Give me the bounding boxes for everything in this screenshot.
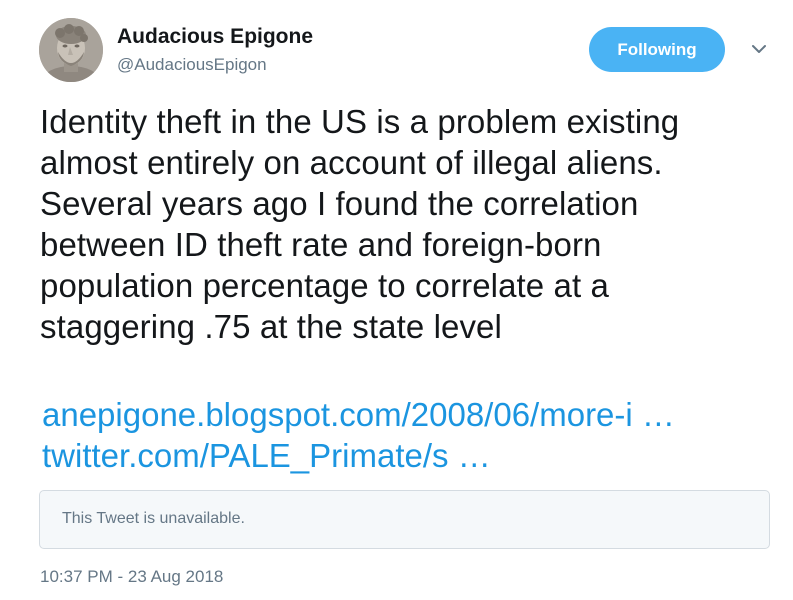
quoted-tweet-card[interactable]: This Tweet is unavailable. [39, 490, 770, 549]
tweet-unavailable-text: This Tweet is unavailable. [62, 510, 245, 527]
quoted-tweet-link[interactable]: twitter.com/PALE_Primate/s … [42, 435, 675, 476]
user-display-name[interactable]: Audacious Epigone [117, 24, 313, 50]
blog-link[interactable]: anepigone.blogspot.com/2008/06/more-i … [42, 394, 675, 435]
chevron-down-icon[interactable] [748, 38, 770, 60]
tweet-links: anepigone.blogspot.com/2008/06/more-i … … [42, 394, 675, 476]
user-handle[interactable]: @AudaciousEpigon [117, 54, 267, 76]
marble-bust-avatar-image [39, 18, 103, 82]
following-button[interactable]: Following [589, 27, 725, 72]
user-avatar[interactable] [39, 18, 103, 82]
tweet-text: Identity theft in the US is a problem ex… [40, 103, 680, 345]
tweet-timestamp[interactable]: 10:37 PM - 23 Aug 2018 [40, 567, 223, 587]
tweet-card: Audacious Epigone @AudaciousEpigon Follo… [0, 0, 793, 600]
